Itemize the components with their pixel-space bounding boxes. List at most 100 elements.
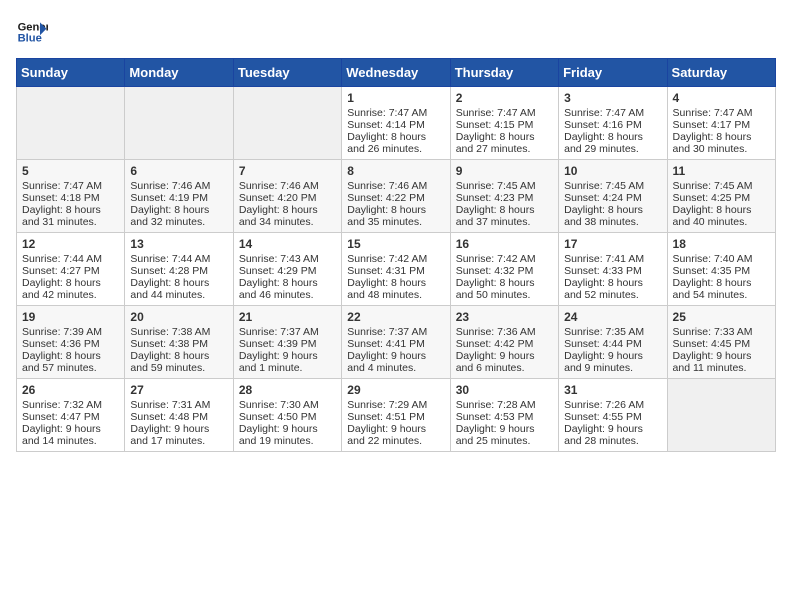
calendar-cell: 9 Sunrise: 7:45 AMSunset: 4:23 PMDaylight…: [450, 160, 558, 233]
day-number: 15: [347, 237, 444, 251]
day-number: 20: [130, 310, 227, 324]
logo: General Blue: [16, 16, 48, 48]
day-number: 28: [239, 383, 336, 397]
calendar-cell: 11 Sunrise: 7:45 AMSunset: 4:25 PMDayligh…: [667, 160, 775, 233]
day-info: Sunrise: 7:43 AMSunset: 4:29 PMDaylight:…: [239, 253, 319, 301]
day-info: Sunrise: 7:36 AMSunset: 4:42 PMDaylight:…: [456, 326, 536, 374]
day-info: Sunrise: 7:31 AMSunset: 4:48 PMDaylight:…: [130, 399, 210, 447]
calendar-cell: 1Sunrise: 7:47 AMSunset: 4:14 PMDaylight…: [342, 87, 450, 160]
day-info: Sunrise: 7:42 AMSunset: 4:32 PMDaylight:…: [456, 253, 536, 301]
calendar-cell: 10 Sunrise: 7:45 AMSunset: 4:24 PMDayligh…: [559, 160, 667, 233]
calendar-cell: 24 Sunrise: 7:35 AMSunset: 4:44 PMDayligh…: [559, 306, 667, 379]
day-number: 11: [673, 164, 770, 178]
day-number: 29: [347, 383, 444, 397]
day-number: 22: [347, 310, 444, 324]
day-info: Sunrise: 7:44 AMSunset: 4:27 PMDaylight:…: [22, 253, 102, 301]
calendar-table: SundayMondayTuesdayWednesdayThursdayFrid…: [16, 58, 776, 452]
day-number: 8: [347, 164, 444, 178]
page-header: General Blue: [16, 16, 776, 48]
calendar-cell: 7 Sunrise: 7:46 AMSunset: 4:20 PMDaylight…: [233, 160, 341, 233]
calendar-cell: 19 Sunrise: 7:39 AMSunset: 4:36 PMDayligh…: [17, 306, 125, 379]
day-number: 2: [456, 91, 553, 105]
day-info: Sunrise: 7:45 AMSunset: 4:23 PMDaylight:…: [456, 180, 536, 228]
day-info: Sunrise: 7:41 AMSunset: 4:33 PMDaylight:…: [564, 253, 644, 301]
day-number: 26: [22, 383, 119, 397]
day-number: 6: [130, 164, 227, 178]
day-number: 7: [239, 164, 336, 178]
day-number: 24: [564, 310, 661, 324]
day-number: 3: [564, 91, 661, 105]
day-info: Sunrise: 7:38 AMSunset: 4:38 PMDaylight:…: [130, 326, 210, 374]
day-info: Sunrise: 7:45 AMSunset: 4:24 PMDaylight:…: [564, 180, 644, 228]
calendar-header-row: SundayMondayTuesdayWednesdayThursdayFrid…: [17, 59, 776, 87]
svg-text:Blue: Blue: [18, 33, 42, 45]
day-info: Sunrise: 7:44 AMSunset: 4:28 PMDaylight:…: [130, 253, 210, 301]
logo-icon: General Blue: [16, 16, 48, 48]
calendar-cell: 20 Sunrise: 7:38 AMSunset: 4:38 PMDayligh…: [125, 306, 233, 379]
day-info: Sunrise: 7:46 AMSunset: 4:19 PMDaylight:…: [130, 180, 210, 228]
calendar-cell: 29 Sunrise: 7:29 AMSunset: 4:51 PMDayligh…: [342, 379, 450, 452]
day-info: Sunrise: 7:37 AMSunset: 4:41 PMDaylight:…: [347, 326, 427, 374]
day-info: Sunrise: 7:47 AMSunset: 4:15 PMDaylight:…: [456, 107, 536, 155]
day-number: 13: [130, 237, 227, 251]
calendar-cell: 15Sunrise: 7:42 AMSunset: 4:31 PMDayligh…: [342, 233, 450, 306]
day-info: Sunrise: 7:40 AMSunset: 4:35 PMDaylight:…: [673, 253, 753, 301]
day-header-sunday: Sunday: [17, 59, 125, 87]
day-info: Sunrise: 7:30 AMSunset: 4:50 PMDaylight:…: [239, 399, 319, 447]
calendar-cell: 22 Sunrise: 7:37 AMSunset: 4:41 PMDayligh…: [342, 306, 450, 379]
calendar-cell: 27Sunrise: 7:31 AMSunset: 4:48 PMDayligh…: [125, 379, 233, 452]
day-number: 17: [564, 237, 661, 251]
day-number: 21: [239, 310, 336, 324]
calendar-cell: 8Sunrise: 7:46 AMSunset: 4:22 PMDaylight…: [342, 160, 450, 233]
calendar-week-row: 12Sunrise: 7:44 AMSunset: 4:27 PMDayligh…: [17, 233, 776, 306]
day-info: Sunrise: 7:28 AMSunset: 4:53 PMDaylight:…: [456, 399, 536, 447]
day-number: 4: [673, 91, 770, 105]
day-info: Sunrise: 7:26 AMSunset: 4:55 PMDaylight:…: [564, 399, 644, 447]
calendar-cell: 25 Sunrise: 7:33 AMSunset: 4:45 PMDayligh…: [667, 306, 775, 379]
calendar-cell: 3 Sunrise: 7:47 AMSunset: 4:16 PMDaylight…: [559, 87, 667, 160]
day-number: 19: [22, 310, 119, 324]
day-info: Sunrise: 7:39 AMSunset: 4:36 PMDaylight:…: [22, 326, 102, 374]
day-number: 9: [456, 164, 553, 178]
calendar-cell: 31 Sunrise: 7:26 AMSunset: 4:55 PMDayligh…: [559, 379, 667, 452]
calendar-cell: 12Sunrise: 7:44 AMSunset: 4:27 PMDayligh…: [17, 233, 125, 306]
day-info: Sunrise: 7:47 AMSunset: 4:17 PMDaylight:…: [673, 107, 753, 155]
calendar-cell: [17, 87, 125, 160]
day-info: Sunrise: 7:33 AMSunset: 4:45 PMDaylight:…: [673, 326, 753, 374]
day-header-tuesday: Tuesday: [233, 59, 341, 87]
day-info: Sunrise: 7:45 AMSunset: 4:25 PMDaylight:…: [673, 180, 753, 228]
day-number: 14: [239, 237, 336, 251]
calendar-cell: 4 Sunrise: 7:47 AMSunset: 4:17 PMDaylight…: [667, 87, 775, 160]
day-info: Sunrise: 7:29 AMSunset: 4:51 PMDaylight:…: [347, 399, 427, 447]
day-info: Sunrise: 7:47 AMSunset: 4:16 PMDaylight:…: [564, 107, 644, 155]
day-header-saturday: Saturday: [667, 59, 775, 87]
day-header-friday: Friday: [559, 59, 667, 87]
day-header-monday: Monday: [125, 59, 233, 87]
day-number: 10: [564, 164, 661, 178]
day-info: Sunrise: 7:47 AMSunset: 4:14 PMDaylight:…: [347, 107, 427, 155]
calendar-cell: [667, 379, 775, 452]
day-number: 31: [564, 383, 661, 397]
calendar-cell: 23Sunrise: 7:36 AMSunset: 4:42 PMDayligh…: [450, 306, 558, 379]
day-number: 30: [456, 383, 553, 397]
day-info: Sunrise: 7:47 AMSunset: 4:18 PMDaylight:…: [22, 180, 102, 228]
calendar-cell: 14 Sunrise: 7:43 AMSunset: 4:29 PMDayligh…: [233, 233, 341, 306]
day-header-thursday: Thursday: [450, 59, 558, 87]
calendar-cell: 16Sunrise: 7:42 AMSunset: 4:32 PMDayligh…: [450, 233, 558, 306]
calendar-week-row: 26Sunrise: 7:32 AMSunset: 4:47 PMDayligh…: [17, 379, 776, 452]
calendar-week-row: 19 Sunrise: 7:39 AMSunset: 4:36 PMDayligh…: [17, 306, 776, 379]
calendar-cell: 5Sunrise: 7:47 AMSunset: 4:18 PMDaylight…: [17, 160, 125, 233]
calendar-cell: [233, 87, 341, 160]
day-info: Sunrise: 7:35 AMSunset: 4:44 PMDaylight:…: [564, 326, 644, 374]
day-header-wednesday: Wednesday: [342, 59, 450, 87]
calendar-cell: 21 Sunrise: 7:37 AMSunset: 4:39 PMDayligh…: [233, 306, 341, 379]
day-number: 25: [673, 310, 770, 324]
calendar-week-row: 5Sunrise: 7:47 AMSunset: 4:18 PMDaylight…: [17, 160, 776, 233]
calendar-cell: 17 Sunrise: 7:41 AMSunset: 4:33 PMDayligh…: [559, 233, 667, 306]
calendar-cell: 30 Sunrise: 7:28 AMSunset: 4:53 PMDayligh…: [450, 379, 558, 452]
day-info: Sunrise: 7:46 AMSunset: 4:20 PMDaylight:…: [239, 180, 319, 228]
calendar-cell: 18Sunrise: 7:40 AMSunset: 4:35 PMDayligh…: [667, 233, 775, 306]
calendar-cell: 28 Sunrise: 7:30 AMSunset: 4:50 PMDayligh…: [233, 379, 341, 452]
day-info: Sunrise: 7:37 AMSunset: 4:39 PMDaylight:…: [239, 326, 319, 374]
calendar-cell: 26Sunrise: 7:32 AMSunset: 4:47 PMDayligh…: [17, 379, 125, 452]
